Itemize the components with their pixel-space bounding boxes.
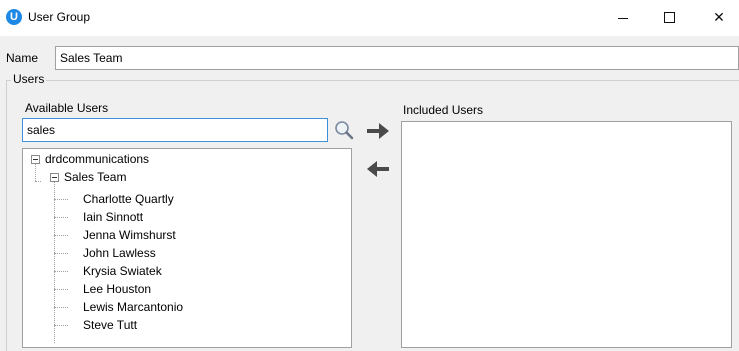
tree-root-label: drdcommunications (45, 152, 150, 166)
users-group-label: Users (11, 72, 47, 86)
app-logo-icon: U (6, 9, 22, 25)
tree-connector (54, 181, 55, 343)
available-users-label: Available Users (25, 101, 109, 115)
name-input[interactable] (55, 46, 739, 70)
search-button[interactable] (331, 117, 357, 143)
tree-member-item[interactable]: Steve Tutt (83, 316, 137, 334)
tree-member-item[interactable]: Lee Houston (83, 280, 151, 298)
close-icon: ✕ (713, 9, 725, 25)
tree-connector (54, 307, 68, 308)
minimize-icon (618, 17, 628, 19)
tree-connector (54, 289, 68, 290)
tree-connector (54, 253, 68, 254)
remove-user-button[interactable] (364, 157, 392, 181)
user-search-input[interactable] (22, 118, 328, 142)
tree-member-item[interactable]: Charlotte Quartly (83, 190, 174, 208)
window-title: User Group (28, 10, 91, 24)
title-bar: U User Group ✕ (0, 0, 739, 36)
add-user-button[interactable] (364, 119, 392, 143)
tree-connector (54, 235, 68, 236)
tree-member-item[interactable]: Lewis Marcantonio (83, 298, 183, 316)
included-users-label: Included Users (403, 103, 484, 117)
tree-root-item[interactable]: drdcommunications (23, 150, 343, 168)
name-label: Name (6, 51, 39, 65)
tree-connector (54, 217, 68, 218)
tree-member-item[interactable]: Iain Sinnott (83, 208, 143, 226)
available-users-tree[interactable]: drdcommunications Sales Team Charlotte Q… (22, 148, 352, 348)
collapse-icon[interactable] (31, 155, 40, 164)
tree-member-item[interactable]: John Lawless (83, 244, 156, 262)
included-users-list[interactable] (401, 121, 732, 348)
tree-member-item[interactable]: Krysia Swiatek (83, 262, 162, 280)
tree-connector (54, 271, 68, 272)
tree-connector (54, 325, 68, 326)
maximize-button[interactable] (646, 0, 692, 34)
tree-member-item[interactable]: Jenna Wimshurst (83, 226, 176, 244)
tree-group-label: Sales Team (64, 170, 127, 184)
close-button[interactable]: ✕ (696, 0, 739, 34)
tree-connector (54, 199, 68, 200)
maximize-icon (663, 11, 675, 23)
collapse-icon[interactable] (50, 173, 59, 182)
tree-group-item[interactable]: Sales Team (23, 168, 343, 186)
arrow-left-icon (367, 161, 389, 177)
arrow-right-icon (367, 123, 389, 139)
minimize-button[interactable] (600, 0, 646, 34)
magnifier-icon (335, 121, 354, 140)
